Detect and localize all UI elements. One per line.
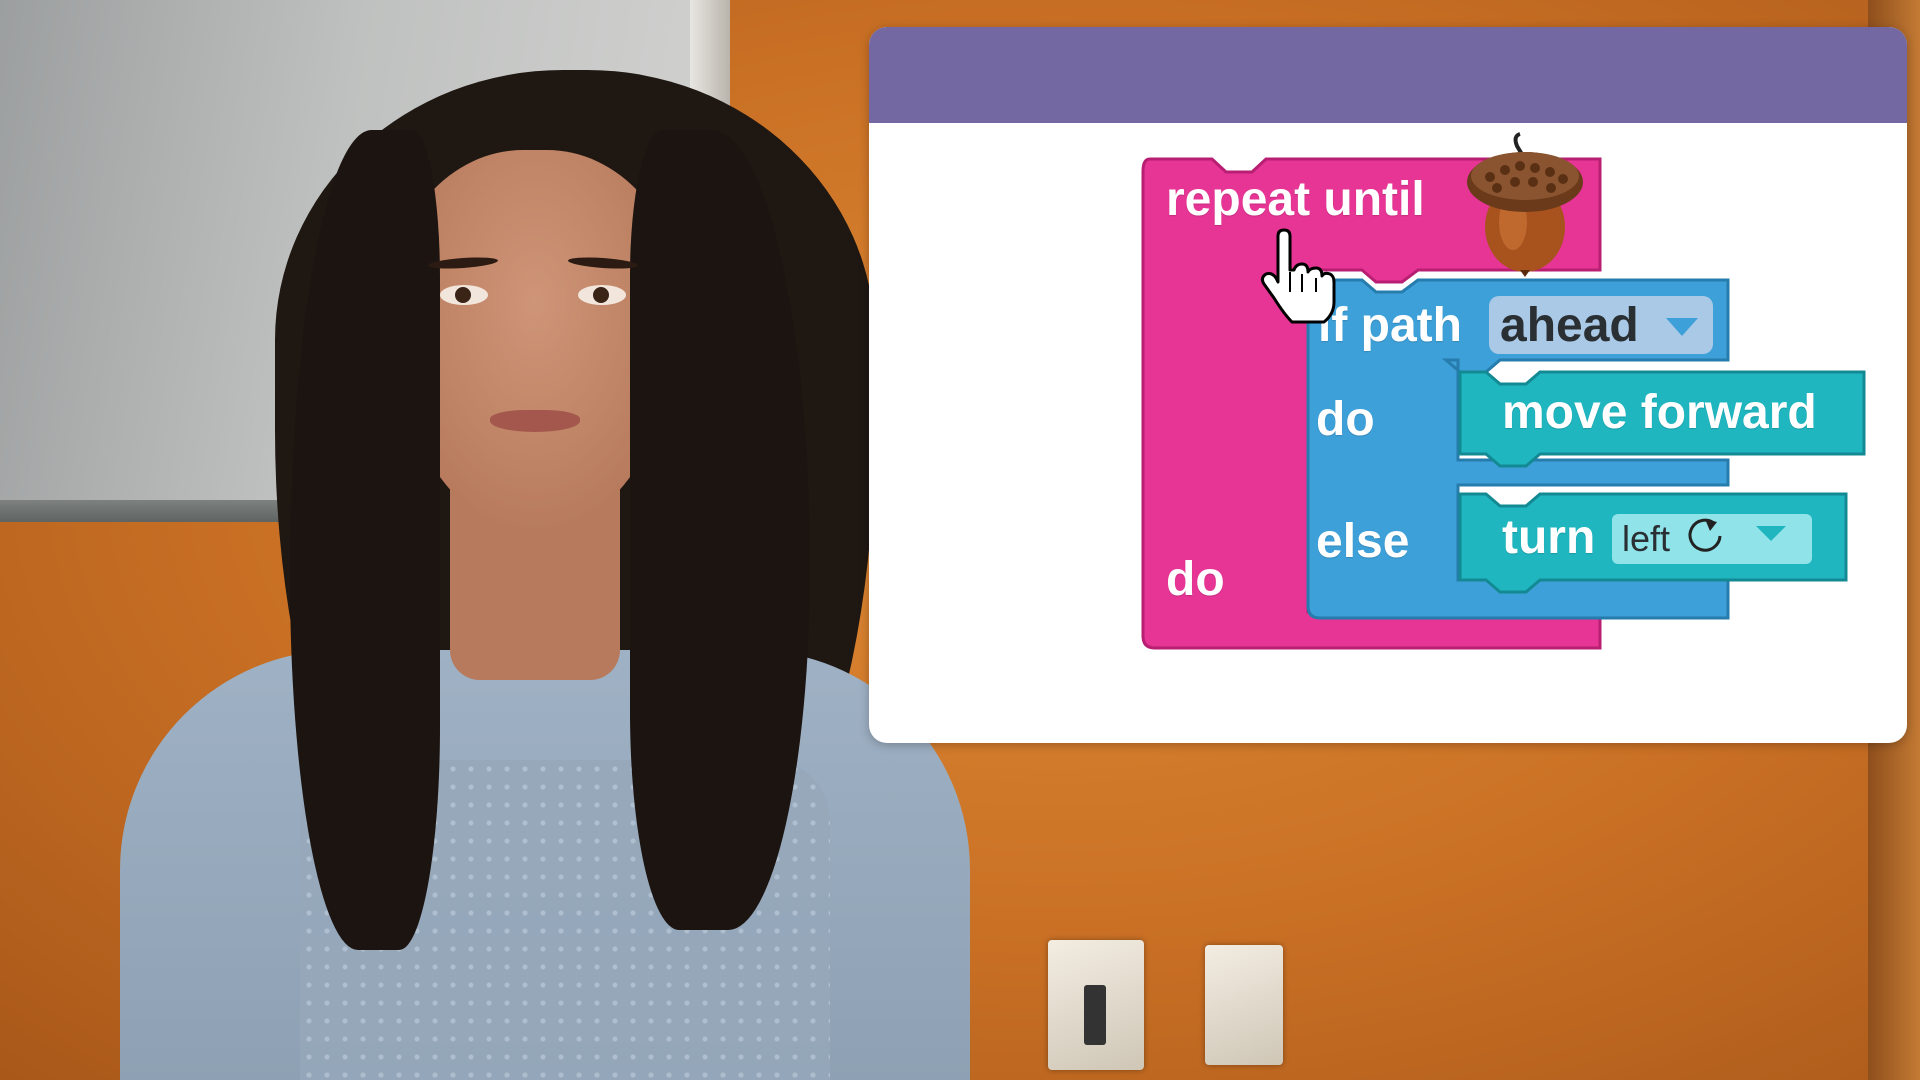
wall-outlet-plate <box>1048 940 1144 1070</box>
if-do-label: do <box>1316 393 1375 446</box>
ahead-dropdown-value: ahead <box>1500 299 1639 352</box>
repeat-until-label: repeat until <box>1166 173 1425 226</box>
light-switch-plate <box>1205 945 1283 1065</box>
move-forward-label: move forward <box>1502 386 1817 439</box>
presenter-eye-left <box>440 285 488 305</box>
repeat-do-label: do <box>1166 553 1225 606</box>
hand-pointer-icon <box>1260 228 1336 324</box>
left-dropdown-value: left <box>1622 518 1671 559</box>
presenter-lips <box>490 410 580 432</box>
presenter <box>0 0 1000 1080</box>
if-path-label: if path <box>1318 299 1462 352</box>
turn-label: turn <box>1502 511 1596 564</box>
else-label: else <box>1316 515 1410 568</box>
presenter-eye-right <box>578 285 626 305</box>
acorn-icon <box>1467 132 1583 277</box>
card-header-bar <box>869 27 1907 123</box>
